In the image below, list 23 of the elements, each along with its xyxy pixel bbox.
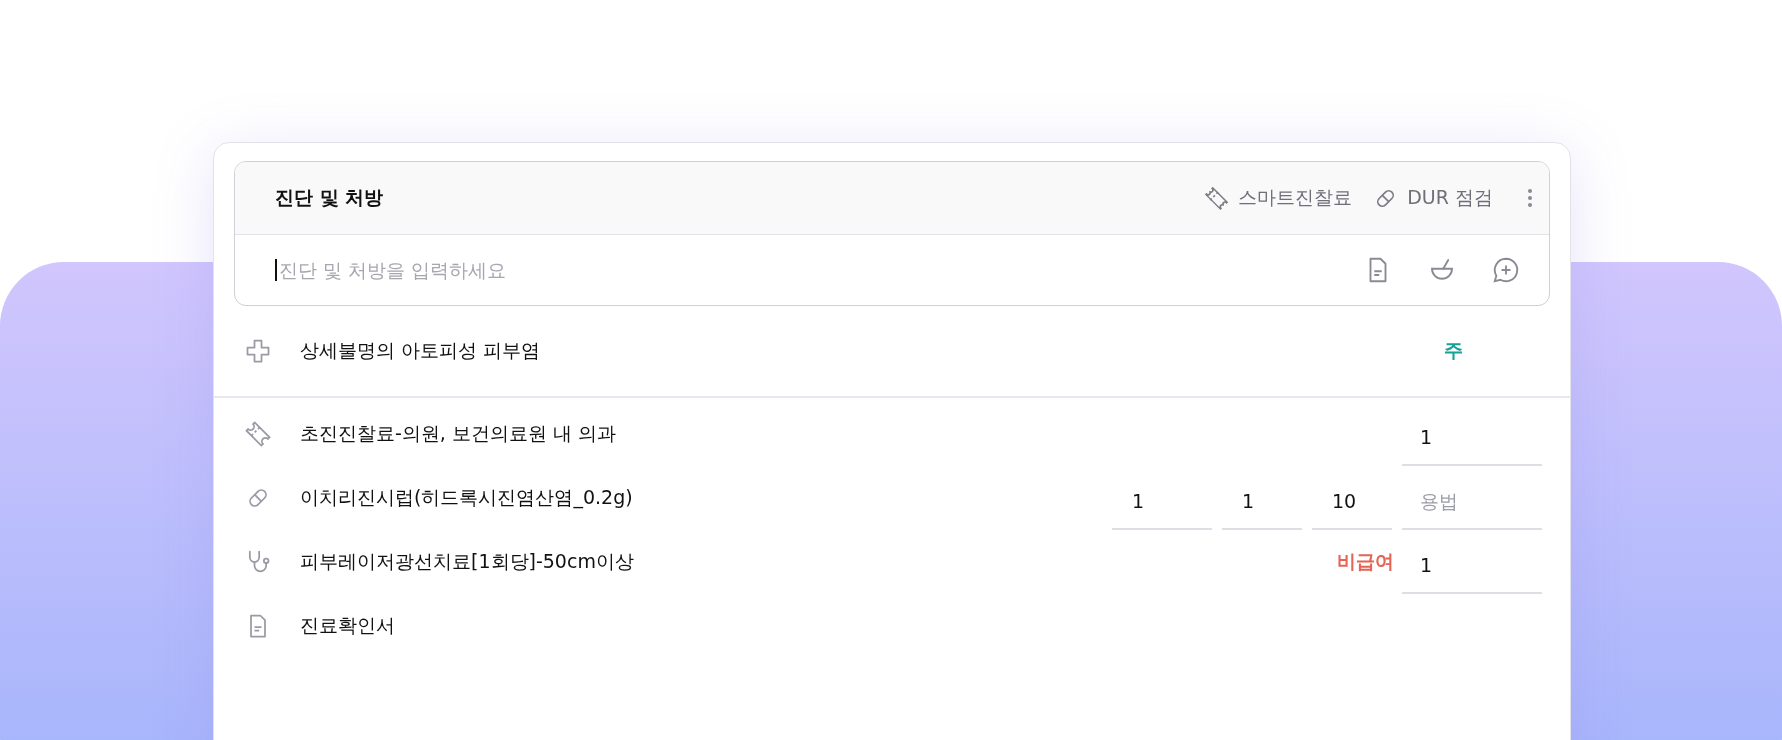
ticket-icon [244, 420, 272, 448]
order-name: 진료확인서 [300, 613, 396, 638]
ticket-icon [1203, 184, 1231, 212]
quantity-field[interactable]: 1 [1402, 406, 1542, 466]
dose-field[interactable]: 1 [1222, 470, 1302, 530]
chat-plus-icon[interactable] [1491, 255, 1521, 285]
action-button[interactable]: 스마트진찰료 [1203, 184, 1353, 212]
cross-icon [244, 337, 272, 365]
quantity-field[interactable]: 1 [1402, 534, 1542, 594]
dose-field[interactable]: 1 [1112, 470, 1212, 530]
order-name: 이치리진시럽(히드록시진염산염_0.2g) [300, 485, 634, 511]
order-name: 초진진찰료-의원, 보건의료원 내 의과 [300, 421, 617, 446]
action-button[interactable]: DUR 점검 [1372, 184, 1493, 212]
quantity-field[interactable]: 용법 [1402, 470, 1542, 530]
diagnosis-name: 상세불명의 아토피성 피부염 [300, 338, 542, 363]
text-cursor [275, 259, 277, 281]
more-menu-icon[interactable] [1525, 186, 1535, 210]
panel-title: 진단 및 처방 [275, 185, 384, 210]
non-covered-label: 비급여 [1337, 549, 1394, 574]
dose-field[interactable]: 10 [1312, 470, 1392, 530]
order-name: 피부레이저광선치료[1회당]-50cm이상 [300, 549, 635, 574]
order-entry-field[interactable]: 진단 및 처방을 입력하세요 [277, 259, 1363, 281]
primary-label: 주 [1444, 338, 1464, 363]
